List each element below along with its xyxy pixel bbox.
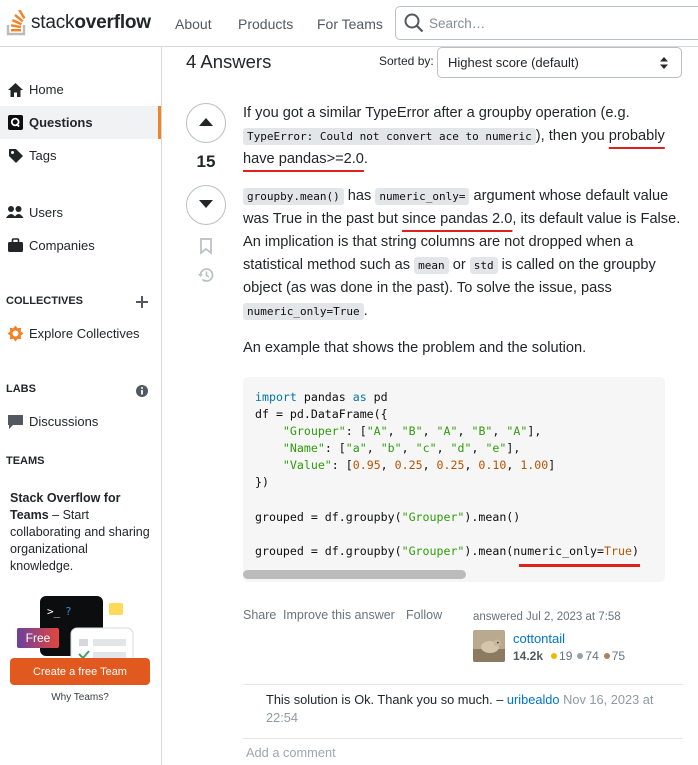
answer-body: If you got a similar TypeError after a g…: [243, 102, 683, 374]
bookmark-icon[interactable]: [197, 237, 215, 255]
sort-select-value: Highest score (default): [448, 55, 579, 70]
sidebar-item-label: Home: [29, 82, 64, 97]
users-icon: [6, 204, 24, 222]
share-link[interactable]: Share: [243, 608, 276, 622]
sidebar-item-questions[interactable]: Questions: [0, 106, 161, 139]
vote-count: 15: [196, 152, 216, 171]
inline-code: numeric_only=True: [243, 302, 364, 320]
labs-heading: LABS: [6, 383, 36, 395]
comment-text: This solution is Ok. Thank you so much. …: [266, 692, 504, 707]
stackoverflow-logo-icon: [6, 9, 28, 36]
logo-text: stackoverflow: [31, 12, 151, 33]
code-block[interactable]: import pandas as pd df = pd.DataFrame({ …: [243, 377, 665, 582]
answers-count: 4 Answers: [186, 51, 272, 72]
sidebar-item-tags[interactable]: Tags: [0, 139, 161, 172]
inline-code: groupby.mean(): [243, 187, 344, 205]
questions-icon: [6, 114, 24, 132]
sidebar-item-label: Discussions: [29, 414, 99, 429]
create-free-team-label: Create a free Team: [33, 665, 127, 678]
silver-badge-icon: [577, 653, 584, 659]
nav-about[interactable]: About: [175, 16, 212, 32]
bronze-badge-count: 75: [611, 649, 626, 663]
user-name-link[interactable]: cottontail: [513, 631, 565, 646]
user-reputation: 14.2k 19 74 75: [513, 649, 625, 663]
tag-icon: [6, 147, 24, 165]
downvote-arrow-icon: [198, 196, 214, 214]
collectives-heading: COLLECTIVES: [6, 295, 84, 307]
nav-products[interactable]: Products: [238, 16, 293, 32]
free-badge-label: Free: [25, 631, 51, 645]
teams-promo: Stack Overflow for Teams – Start collabo…: [10, 490, 150, 575]
teams-heading: TEAMS: [6, 455, 45, 467]
sidebar-item-discussions[interactable]: Discussions: [0, 405, 161, 438]
briefcase-icon: [6, 237, 24, 255]
nav-for-teams[interactable]: For Teams: [317, 16, 383, 32]
highlighted-phrase: since pandas 2.0: [402, 211, 513, 228]
comments-section: This solution is Ok. Thank you so much. …: [243, 684, 683, 725]
sidebar-item-label: Questions: [29, 115, 93, 130]
sort-arrows-icon: [659, 56, 669, 70]
answer-paragraph-2: groupby.mean() has numeric_only= argumen…: [243, 187, 681, 320]
add-comment-link[interactable]: Add a comment: [246, 745, 336, 760]
downvote-button[interactable]: [186, 185, 226, 225]
follow-link[interactable]: Follow: [406, 608, 442, 622]
sidebar-item-users[interactable]: Users: [0, 196, 161, 229]
stackoverflow-logo[interactable]: stackoverflow: [6, 9, 151, 36]
silver-badge-count: 74: [585, 649, 599, 663]
annotation-underline: [519, 564, 640, 567]
discussions-icon: [6, 413, 24, 431]
comment-divider: [243, 738, 683, 739]
answered-timestamp[interactable]: answered Jul 2, 2023 at 7:58: [473, 611, 621, 623]
free-badge: Free: [17, 628, 59, 648]
why-teams-link[interactable]: Why Teams?: [0, 692, 160, 703]
history-icon[interactable]: [197, 266, 215, 284]
sidebar-item-companies[interactable]: Companies: [0, 229, 161, 262]
search-input[interactable]: Search…: [395, 6, 698, 40]
sidebar-item-label: Users: [29, 205, 63, 220]
home-icon: [6, 81, 24, 99]
answer-paragraph-3: An example that shows the problem and th…: [243, 340, 587, 357]
upvote-button[interactable]: [186, 103, 226, 143]
sidebar-item-label: Explore Collectives: [29, 326, 140, 341]
sort-select[interactable]: Highest score (default): [437, 47, 682, 78]
svg-text:>_: >_: [47, 605, 61, 618]
gold-badge-count: 19: [559, 649, 573, 663]
inline-code: numeric_only=: [375, 187, 470, 205]
info-icon[interactable]: [134, 383, 150, 399]
code-content: import pandas as pd df = pd.DataFrame({ …: [255, 390, 639, 558]
sidebar-item-explore-collectives[interactable]: Explore Collectives: [0, 317, 161, 350]
create-free-team-button[interactable]: Create a free Team: [10, 658, 150, 685]
sidebar-item-home[interactable]: Home: [0, 73, 161, 106]
upvote-arrow-icon: [198, 114, 214, 132]
gold-badge-icon: [551, 653, 558, 659]
collectives-icon: [6, 325, 24, 343]
inline-code: mean: [414, 256, 449, 274]
avatar[interactable]: [473, 630, 505, 662]
svg-text:?: ?: [65, 605, 72, 618]
inline-code: TypeError: Could not convert ace to nume…: [243, 127, 536, 145]
search-placeholder: Search…: [429, 16, 486, 31]
plus-icon[interactable]: [134, 294, 150, 310]
comment: This solution is Ok. Thank you so much. …: [266, 691, 666, 727]
sorted-by-label: Sorted by:: [379, 54, 434, 68]
comment-user-link[interactable]: uribealdo: [507, 692, 560, 707]
left-sidebar: Home Questions Tags Users Companies COLL…: [0, 47, 162, 765]
sidebar-item-label: Companies: [29, 238, 95, 253]
code-horizontal-scrollbar[interactable]: [243, 570, 466, 579]
sidebar-item-label: Tags: [29, 148, 57, 163]
answer-paragraph-1: If you got a similar TypeError after a g…: [243, 105, 665, 168]
improve-answer-link[interactable]: Improve this answer: [283, 608, 395, 622]
bronze-badge-icon: [603, 653, 610, 659]
reputation-score: 14.2k: [513, 649, 544, 663]
search-icon: [404, 13, 424, 33]
inline-code: std: [469, 256, 498, 274]
top-bar: stackoverflow About Products For Teams S…: [0, 0, 698, 47]
